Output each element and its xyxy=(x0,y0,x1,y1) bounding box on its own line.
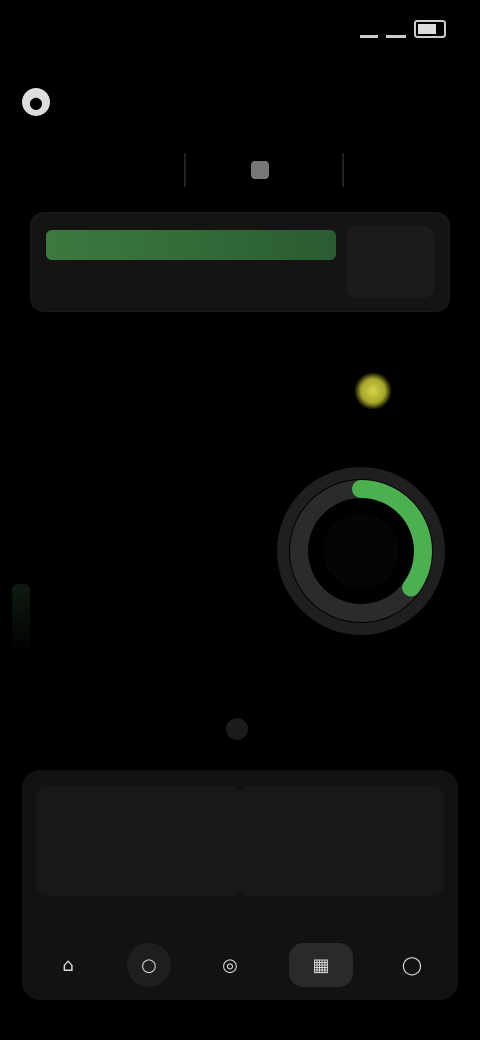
profile-icon[interactable]: ◯ xyxy=(390,943,434,987)
banner-aside xyxy=(346,226,434,298)
bottom-nav: ⌂ ○ ◎ ▦ ◯ xyxy=(22,930,458,1000)
ring-center xyxy=(323,513,399,589)
battery-icon xyxy=(414,20,446,38)
wifi-icon xyxy=(386,21,406,38)
tab-2[interactable] xyxy=(186,150,342,190)
card-right[interactable] xyxy=(238,786,444,896)
tab-1[interactable] xyxy=(0,150,184,190)
tabs xyxy=(0,140,480,200)
promo-banner[interactable] xyxy=(30,212,450,312)
progress-ring xyxy=(277,467,445,635)
banner-subtitle xyxy=(46,268,306,292)
compass-icon[interactable]: ◎ xyxy=(208,943,252,987)
banner-aside-text xyxy=(346,226,434,246)
home-icon[interactable]: ⌂ xyxy=(46,943,90,987)
trophy-icon xyxy=(354,372,392,410)
status-icons xyxy=(360,20,446,38)
left-accent xyxy=(12,584,30,654)
card-left[interactable] xyxy=(36,786,242,896)
tab-3[interactable] xyxy=(344,150,480,190)
brand-icon: ● xyxy=(22,88,50,116)
signal-icon xyxy=(360,21,378,38)
banner-title xyxy=(46,230,336,260)
tab-icon xyxy=(250,161,269,179)
circle-icon[interactable]: ○ xyxy=(127,943,171,987)
status-bar xyxy=(0,0,480,60)
page-indicator-dot xyxy=(226,718,248,740)
app-header: ● xyxy=(22,82,62,122)
grid-icon[interactable]: ▦ xyxy=(289,943,353,987)
